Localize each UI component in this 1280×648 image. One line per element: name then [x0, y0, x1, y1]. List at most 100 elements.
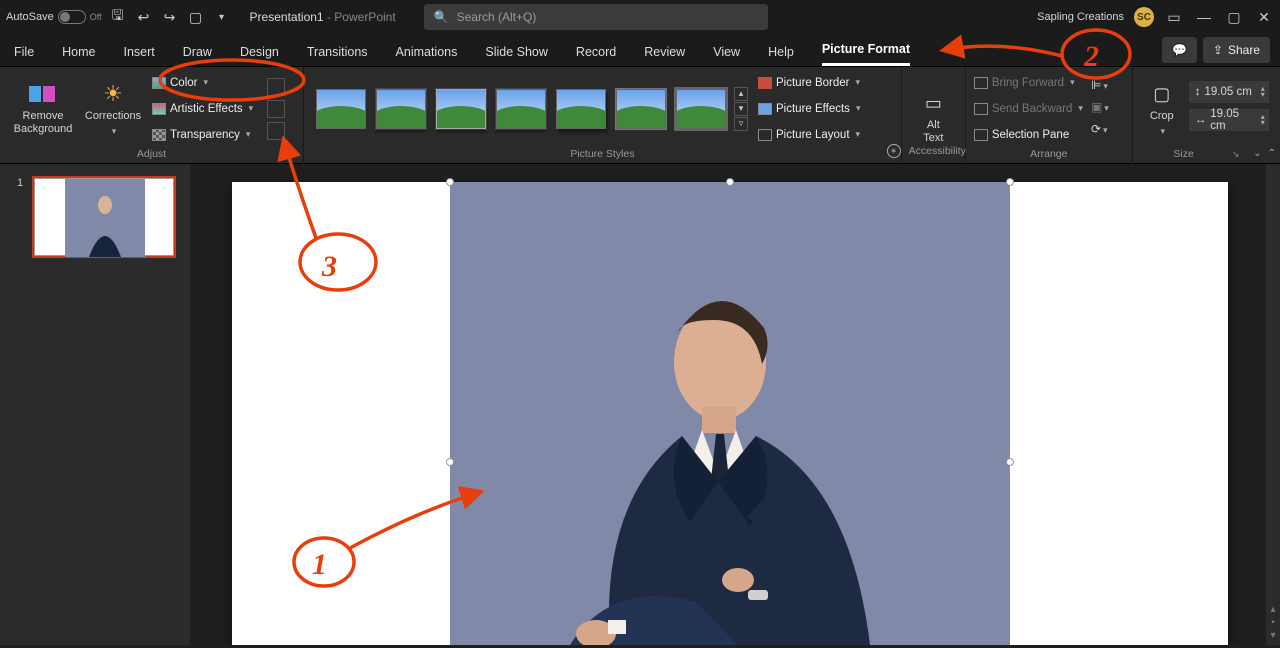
gallery-up-icon[interactable]: ▴: [734, 87, 748, 101]
picture-effects-button[interactable]: Picture Effects▾: [758, 98, 860, 120]
doc-name: Presentation1: [250, 10, 324, 24]
slide-thumbnail-1[interactable]: [34, 178, 174, 256]
scroll-down-icon[interactable]: ▾: [1270, 630, 1275, 641]
minimize-icon[interactable]: —: [1194, 7, 1214, 27]
tab-draw[interactable]: Draw: [183, 45, 212, 66]
tab-help[interactable]: Help: [768, 45, 794, 66]
ribbon-mode-icon[interactable]: ▭: [1164, 7, 1184, 27]
layout-icon: [758, 129, 772, 141]
effects-label: Picture Effects: [776, 103, 850, 115]
send-backward-label: Send Backward: [992, 103, 1073, 115]
group-label-accessibility: Accessibility: [909, 145, 966, 157]
alt-text-button[interactable]: ▭ Alt Text: [910, 90, 957, 144]
autosave-toggle[interactable]: AutoSave Off: [6, 10, 102, 24]
alt-text-icon: ▭: [925, 93, 942, 114]
picture-styles-gallery[interactable]: ▴ ▾ ▿: [312, 79, 752, 139]
overflow-icon[interactable]: ▾: [212, 7, 232, 27]
transparency-button[interactable]: Transparency▾: [152, 124, 253, 146]
account-avatar[interactable]: SC: [1134, 7, 1154, 27]
gallery-down-icon[interactable]: ▾: [734, 102, 748, 116]
search-input[interactable]: 🔍 Search (Alt+Q): [424, 4, 768, 30]
search-placeholder: Search (Alt+Q): [457, 10, 537, 24]
scroll-up-icon[interactable]: ▴: [1270, 604, 1275, 615]
effects-icon: [758, 103, 772, 115]
crop-button[interactable]: ▢ Crop▾: [1141, 81, 1183, 136]
tab-view[interactable]: View: [713, 45, 740, 66]
change-picture-button[interactable]: [267, 100, 285, 118]
bring-forward-icon: [974, 77, 988, 89]
app-name: PowerPoint: [334, 10, 395, 24]
maximize-icon[interactable]: ▢: [1224, 7, 1244, 27]
corrections-label: Corrections: [85, 110, 141, 123]
close-icon[interactable]: ✕: [1254, 7, 1274, 27]
slide[interactable]: [232, 182, 1228, 645]
align-icon[interactable]: ⊫▾: [1091, 78, 1111, 96]
tab-record[interactable]: Record: [576, 45, 616, 66]
group-icon[interactable]: ▣▾: [1091, 100, 1111, 118]
toggle-switch[interactable]: [58, 10, 86, 24]
share-button[interactable]: ⇪Share: [1203, 37, 1270, 63]
style-thumb[interactable]: [616, 89, 666, 129]
group-label-size: Size: [1173, 148, 1193, 160]
undo-icon[interactable]: ↩: [134, 7, 154, 27]
comments-button[interactable]: 💬: [1162, 37, 1197, 63]
thumbnail-panel: [0, 164, 190, 645]
dialog-launcher-icon[interactable]: ↘: [1232, 149, 1240, 160]
inserted-picture[interactable]: [450, 182, 1010, 645]
style-thumb[interactable]: [376, 89, 426, 129]
compress-pictures-button[interactable]: [267, 78, 285, 96]
present-icon[interactable]: ▢: [186, 7, 206, 27]
width-input[interactable]: ↔19.05 cm▴▾: [1189, 109, 1269, 131]
tab-slideshow[interactable]: Slide Show: [485, 45, 548, 66]
tab-home[interactable]: Home: [62, 45, 95, 66]
alt-text-label: Alt Text: [923, 119, 943, 144]
style-thumb[interactable]: [676, 89, 726, 129]
gallery-more-icon[interactable]: ▿: [734, 117, 748, 131]
tab-review[interactable]: Review: [644, 45, 685, 66]
corrections-button[interactable]: ☀ Corrections ▾: [78, 81, 148, 136]
style-thumb[interactable]: [496, 89, 546, 129]
slide-canvas[interactable]: [190, 164, 1266, 645]
ribbon-collapse-down-icon[interactable]: ⌄: [1253, 148, 1261, 159]
style-thumb[interactable]: [436, 89, 486, 129]
titlebar: AutoSave Off 🖫 ↩ ↪ ▢ ▾ Presentation1 - P…: [0, 0, 1280, 34]
remove-bg-icon: [28, 81, 58, 107]
tab-insert[interactable]: Insert: [124, 45, 155, 66]
ribbon-collapse-up-icon[interactable]: ⌃: [1268, 148, 1276, 159]
artistic-effects-button[interactable]: Artistic Effects▾: [152, 98, 253, 120]
reset-picture-button[interactable]: [267, 122, 285, 140]
selection-pane-button[interactable]: Selection Pane: [974, 124, 1083, 146]
sun-icon: ☀: [103, 81, 123, 106]
height-input[interactable]: ↕19.05 cm▴▾: [1189, 81, 1269, 103]
tab-file[interactable]: File: [14, 45, 34, 66]
tab-picture-format[interactable]: Picture Format: [822, 42, 910, 66]
bring-forward-button[interactable]: Bring Forward▾: [974, 72, 1083, 94]
crop-label: Crop: [1150, 110, 1174, 123]
accessibility-icon: ✶: [887, 144, 901, 158]
thumbnail-photo: [65, 179, 145, 257]
rotate-icon[interactable]: ⟳▾: [1091, 122, 1111, 140]
send-backward-button[interactable]: Send Backward▾: [974, 98, 1083, 120]
tab-design[interactable]: Design: [240, 45, 279, 66]
group-label-arrange: Arrange: [974, 146, 1124, 164]
tab-transitions[interactable]: Transitions: [307, 45, 368, 66]
send-backward-icon: [974, 103, 988, 115]
crop-icon: ▢: [1153, 84, 1170, 105]
account-name[interactable]: Sapling Creations: [1037, 11, 1124, 23]
vertical-scrollbar[interactable]: ▴ ▪ ▾: [1266, 164, 1280, 645]
search-icon: 🔍: [434, 10, 449, 24]
style-thumb[interactable]: [556, 89, 606, 129]
picture-border-button[interactable]: Picture Border▾: [758, 72, 860, 94]
save-icon[interactable]: 🖫: [108, 7, 128, 27]
doc-title: Presentation1 - PowerPoint: [250, 10, 396, 24]
remove-background-button[interactable]: Remove Background: [8, 81, 78, 135]
redo-icon[interactable]: ↪: [160, 7, 180, 27]
selection-pane-icon: [974, 129, 988, 141]
layout-label: Picture Layout: [776, 129, 850, 141]
selection-pane-label: Selection Pane: [992, 129, 1069, 141]
color-button[interactable]: Color▾: [152, 72, 253, 94]
style-thumb[interactable]: [316, 89, 366, 129]
tab-animations[interactable]: Animations: [396, 45, 458, 66]
ribbon-tabs: File Home Insert Draw Design Transitions…: [0, 34, 1280, 67]
chat-icon: 💬: [1172, 43, 1187, 57]
